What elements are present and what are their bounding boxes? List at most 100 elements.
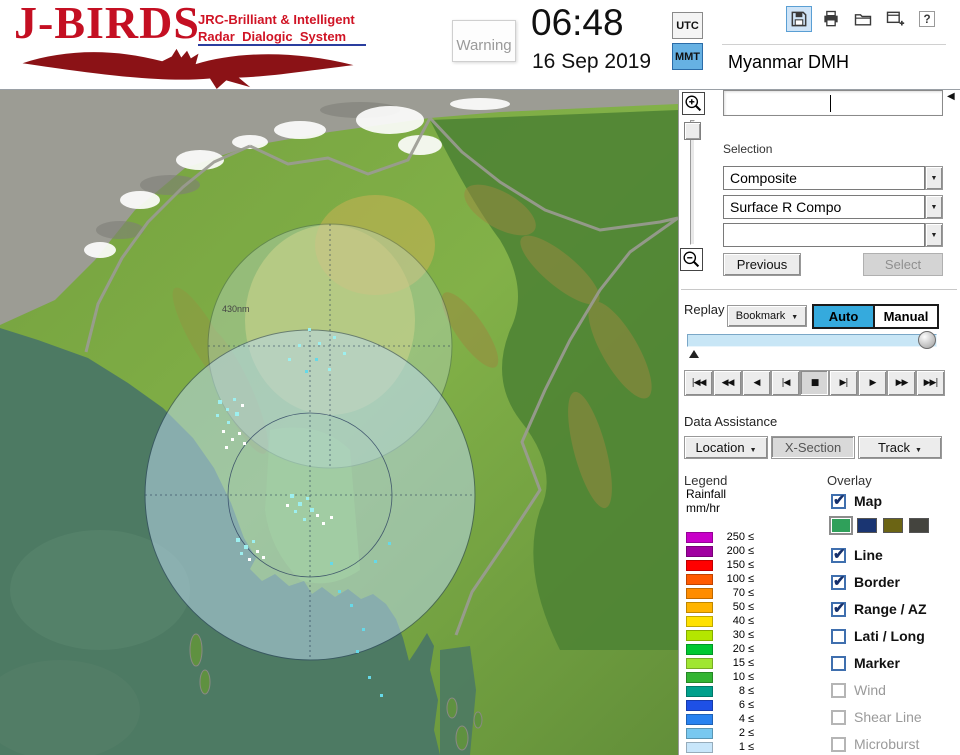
track-button-label: Track — [878, 440, 911, 455]
playback-skip-first-button[interactable]: |◀◀ — [684, 370, 713, 396]
playback-step-back-button[interactable]: |◀ — [771, 370, 800, 396]
playback-skip-last-button[interactable]: ▶▶| — [916, 370, 945, 396]
scroll-left-icon[interactable]: ◀ — [947, 92, 955, 102]
overlay-item-marker[interactable]: Marker — [831, 654, 900, 672]
legend-row: 50 ≤ — [686, 601, 754, 613]
bookmark-button[interactable]: Bookmark — [727, 305, 807, 327]
composite-dropdown[interactable]: Composite — [723, 166, 925, 190]
checkbox[interactable] — [831, 682, 846, 698]
replay-timeline-handle[interactable] — [918, 331, 936, 349]
checkbox[interactable] — [831, 628, 846, 644]
mmt-button[interactable]: MMT — [672, 43, 703, 70]
legend-operator: ≤ — [748, 545, 755, 557]
playback-fast-forward-button[interactable]: ▶▶ — [887, 370, 916, 396]
zoom-in-icon[interactable] — [682, 92, 705, 115]
legend-operator: ≤ — [748, 685, 755, 697]
overlay-item-microburst[interactable]: Microburst — [831, 735, 919, 753]
legend-operator: ≤ — [748, 531, 755, 543]
overlay-item-lati-long[interactable]: Lati / Long — [831, 627, 925, 645]
jbirds-logo: J-BIRDS JRC-Brilliant & Intelligent Rada… — [10, 0, 400, 90]
overlay-item-label: Wind — [854, 682, 886, 698]
checkbox[interactable] — [831, 545, 846, 563]
legend-row: 40 ≤ — [686, 615, 754, 627]
radar-map[interactable]: 430nm — [0, 90, 678, 755]
location-button[interactable]: Location — [684, 436, 768, 459]
legend-operator: ≤ — [748, 587, 755, 599]
track-button[interactable]: Track — [858, 436, 942, 459]
overlay-item-range-az[interactable]: Range / AZ — [831, 599, 927, 618]
save-icon[interactable] — [786, 6, 812, 32]
legend-color-chip — [686, 559, 713, 571]
empty-dropdown[interactable] — [723, 223, 925, 247]
bookmark-button-label: Bookmark — [735, 310, 786, 322]
map-style-swatch-navy[interactable] — [857, 518, 877, 533]
playback-step-forward-button[interactable]: ▶| — [829, 370, 858, 396]
checkbox[interactable] — [831, 572, 846, 590]
utc-button[interactable]: UTC — [672, 12, 703, 39]
legend-value: 10 — [732, 671, 745, 683]
legend-color-chip — [686, 601, 713, 613]
selection-label: Selection — [723, 142, 773, 156]
overlay-item-shear-line[interactable]: Shear Line — [831, 708, 922, 726]
empty-dropdown-arrow-icon[interactable] — [925, 223, 943, 247]
legend-row: 1 ≤ — [686, 741, 754, 753]
legend-operator: ≤ — [748, 615, 755, 627]
map-style-swatch-gray[interactable] — [909, 518, 929, 533]
range-ring-label: 430nm — [222, 304, 250, 314]
overlay-item-label: Microburst — [854, 736, 920, 752]
overlay-item-wind[interactable]: Wind — [831, 681, 886, 699]
checkbox[interactable] — [831, 655, 846, 671]
playback-play-button[interactable]: ▶ — [858, 370, 887, 396]
checkbox[interactable] — [831, 736, 846, 752]
product-dropdown-arrow-icon[interactable] — [925, 195, 943, 219]
logo-title: J-BIRDS — [14, 0, 200, 48]
help-icon[interactable]: ? — [914, 6, 940, 32]
print-icon[interactable] — [818, 6, 844, 32]
clock-time: 06:48 — [531, 2, 624, 43]
previous-button[interactable]: Previous — [723, 253, 801, 276]
legend-color-chip — [686, 671, 713, 683]
xsection-button[interactable]: X-Section — [771, 436, 855, 459]
composite-dropdown-arrow-icon[interactable] — [925, 166, 943, 190]
control-panel: ◀ Selection Composite Surface R Compo Pr… — [678, 90, 960, 755]
station-search-input[interactable] — [723, 90, 943, 116]
zoom-slider-thumb[interactable] — [684, 122, 701, 140]
station-title: Myanmar DMH — [728, 52, 850, 72]
legend-row: 250 ≤ — [686, 531, 754, 543]
legend-color-chip — [686, 643, 713, 655]
replay-timeline-track[interactable] — [687, 334, 937, 347]
overlay-item-map[interactable]: Map — [831, 491, 882, 510]
playback-play-reverse-button[interactable]: ◀ — [742, 370, 771, 396]
playback-fast-rewind-button[interactable]: ◀◀ — [713, 370, 742, 396]
checkbox[interactable] — [831, 709, 846, 725]
checkbox[interactable] — [831, 491, 846, 509]
playback-stop-button[interactable]: ■ — [800, 370, 829, 396]
product-dropdown[interactable]: Surface R Compo — [723, 195, 925, 219]
legend-color-chip — [686, 699, 713, 711]
legend-operator: ≤ — [748, 573, 755, 585]
overlay-item-label: Line — [854, 547, 883, 563]
overlay-item-line[interactable]: Line — [831, 545, 883, 564]
auto-mode-button[interactable]: Auto — [812, 304, 875, 329]
zoom-out-icon[interactable] — [680, 248, 703, 271]
legend-value: 250 — [726, 531, 745, 543]
add-window-icon[interactable] — [882, 6, 908, 32]
legend-color-chip — [686, 531, 713, 543]
overlay-item-border[interactable]: Border — [831, 572, 900, 591]
legend-color-chip — [686, 629, 713, 641]
select-button[interactable]: Select — [863, 253, 943, 276]
logo-tagline-1: JRC-Brilliant & Intelligent — [198, 12, 355, 27]
warning-indicator[interactable]: Warning — [452, 20, 516, 62]
app-header: J-BIRDS JRC-Brilliant & Intelligent Rada… — [0, 0, 960, 90]
map-style-swatch-olive[interactable] — [883, 518, 903, 533]
timezone-toggle: UTC MMT — [672, 12, 704, 74]
legend-operator: ≤ — [748, 657, 755, 669]
checkbox[interactable] — [831, 599, 846, 617]
open-folder-icon[interactable] — [850, 6, 876, 32]
legend-value: 200 — [726, 545, 745, 557]
map-style-swatch-green[interactable] — [831, 518, 851, 533]
legend-color-chip — [686, 657, 713, 669]
legend-label: Legend — [684, 473, 728, 488]
manual-mode-button[interactable]: Manual — [873, 304, 939, 329]
legend-color-chip — [686, 587, 713, 599]
